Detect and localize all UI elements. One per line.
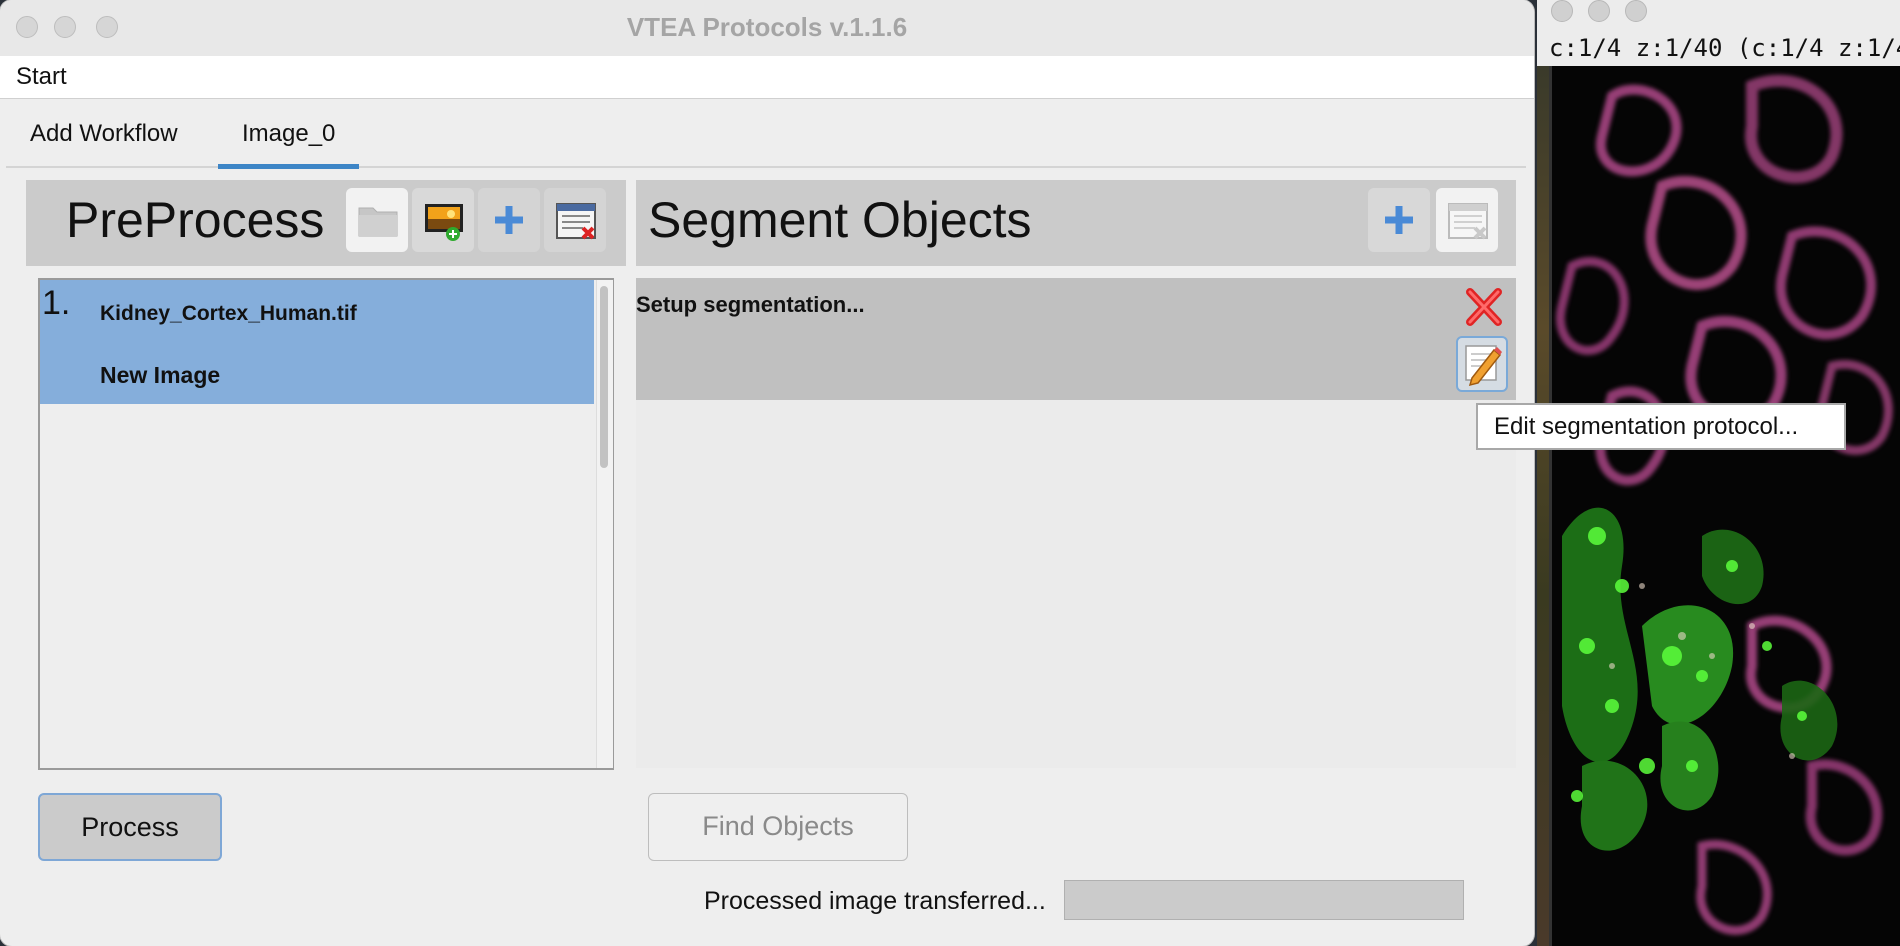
window-titlebar: VTEA Protocols v.1.1.6 bbox=[0, 0, 1534, 56]
delete-list-icon bbox=[556, 203, 596, 240]
segment-objects-title: Segment Objects bbox=[648, 192, 1032, 248]
delete-all-steps-button[interactable] bbox=[544, 188, 606, 252]
menu-start[interactable]: Start bbox=[16, 56, 67, 98]
menu-bar: Start bbox=[0, 56, 1534, 99]
edit-segmentation-button[interactable] bbox=[1456, 336, 1508, 392]
image-info-label: c:1/4 z:1/40 (c:1/4 z:1/40 bbox=[1537, 30, 1900, 66]
segment-objects-header: Segment Objects bbox=[636, 180, 1516, 266]
tab-bar: Add Workflow Image_0 bbox=[6, 104, 1526, 169]
delete-all-segmentation-button[interactable] bbox=[1436, 188, 1498, 252]
list-item-filename: Kidney_Cortex_Human.tif bbox=[100, 302, 357, 325]
add-icon bbox=[1385, 206, 1413, 234]
image-window-titlebar bbox=[1537, 0, 1900, 30]
list-item-index: 1. bbox=[42, 284, 71, 322]
preprocess-title: PreProcess bbox=[66, 192, 325, 248]
status-text: Processed image transferred... bbox=[704, 887, 1046, 915]
process-button[interactable]: Process bbox=[38, 793, 222, 861]
window-title: VTEA Protocols v.1.1.6 bbox=[626, 12, 908, 42]
find-objects-button[interactable]: Find Objects bbox=[648, 793, 908, 861]
pencil-edit-icon bbox=[1465, 345, 1502, 387]
import-image-icon bbox=[425, 204, 463, 241]
image-viewer-window: c:1/4 z:1/40 (c:1/4 z:1/40 bbox=[1537, 0, 1900, 946]
close-window-button[interactable] bbox=[1551, 0, 1573, 22]
edit-segmentation-tooltip: Edit segmentation protocol... bbox=[1476, 403, 1846, 450]
segmentation-item-label: Setup segmentation... bbox=[636, 292, 865, 317]
segmentation-panel: Setup segmentation... bbox=[636, 278, 1516, 768]
add-icon bbox=[495, 206, 523, 234]
microscopy-image[interactable] bbox=[1549, 66, 1900, 946]
preprocess-list: 1. Kidney_Cortex_Human.tif New Image bbox=[38, 278, 614, 770]
zoom-window-button[interactable] bbox=[1625, 0, 1647, 22]
preprocess-header: PreProcess bbox=[26, 180, 626, 266]
vtea-protocols-window: VTEA Protocols v.1.1.6 Start Add Workflo… bbox=[0, 0, 1534, 946]
delete-list-icon bbox=[1448, 203, 1488, 240]
folder-icon bbox=[358, 207, 398, 237]
list-item[interactable]: 1. Kidney_Cortex_Human.tif New Image bbox=[40, 280, 594, 404]
progress-bar bbox=[1064, 880, 1464, 920]
list-item-subtitle: New Image bbox=[100, 362, 221, 388]
tab-image-0[interactable]: Image_0 bbox=[218, 104, 360, 169]
microscopy-image-render bbox=[1556, 74, 1893, 935]
remove-segmentation-button[interactable] bbox=[1462, 284, 1506, 330]
add-segmentation-button[interactable] bbox=[1368, 188, 1430, 252]
add-step-button[interactable] bbox=[478, 188, 540, 252]
red-x-icon bbox=[1466, 288, 1502, 326]
segmentation-item[interactable]: Setup segmentation... bbox=[636, 278, 1516, 400]
desktop-strip bbox=[1537, 66, 1549, 946]
import-image-button[interactable] bbox=[412, 188, 474, 252]
open-folder-button[interactable] bbox=[346, 188, 408, 252]
minimize-window-button[interactable] bbox=[1588, 0, 1610, 22]
tab-add-workflow[interactable]: Add Workflow bbox=[6, 104, 202, 164]
list-scrollbar-thumb[interactable] bbox=[600, 286, 608, 468]
